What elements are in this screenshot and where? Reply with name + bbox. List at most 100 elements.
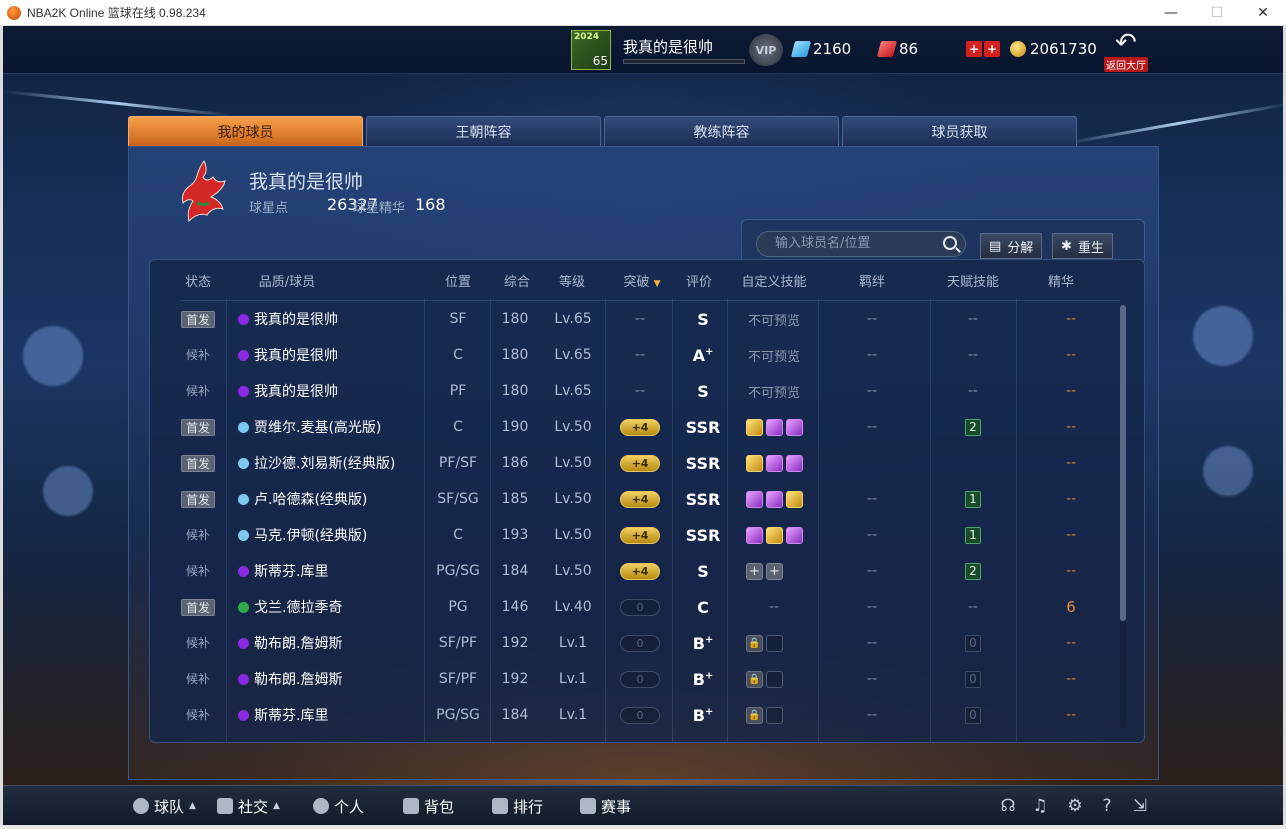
nav-ranking[interactable]: 排行: [492, 786, 543, 826]
header-position[interactable]: 位置: [445, 271, 471, 290]
empty-skill-slot[interactable]: [766, 706, 783, 724]
header-quality-player[interactable]: 品质/球员: [259, 271, 315, 290]
table-row[interactable]: 候补 马克.伊顿(经典版) C 193 Lv.50 +4 SSR -- 1 --: [150, 517, 1130, 553]
table-row[interactable]: 候补 勒布朗.詹姆斯 SF/PF 192 Lv.1 0 B+ 🔒 -- 0 --: [150, 661, 1130, 697]
tab-player-acquire[interactable]: 球员获取: [842, 116, 1077, 146]
purple-skill-icon[interactable]: [746, 526, 763, 544]
player-cell[interactable]: 戈兰.德拉季奇: [238, 589, 342, 625]
custom-skills-cell[interactable]: [746, 517, 806, 553]
custom-skills-cell[interactable]: 🔒: [746, 661, 786, 697]
custom-skills-cell[interactable]: 🔒: [746, 697, 786, 733]
table-row[interactable]: 候补 勒布朗.詹姆斯 SF/PF 192 Lv.1 0 B+ 🔒 -- 0 --: [150, 625, 1130, 661]
custom-skills-cell[interactable]: [746, 409, 806, 445]
purple-skill-icon[interactable]: [786, 526, 803, 544]
header-essence[interactable]: 精华: [1048, 271, 1074, 290]
tab-coach-lineup[interactable]: 教练阵容: [604, 116, 839, 146]
table-row[interactable]: 首发 戈兰.德拉季奇 PG 146 Lv.40 0 C -- -- -- 6: [150, 589, 1130, 625]
vip-badge-icon[interactable]: VIP: [749, 34, 783, 66]
purple-skill-icon[interactable]: [786, 454, 803, 472]
search-icon[interactable]: [943, 236, 957, 250]
player-search-input[interactable]: 输入球员名/位置: [756, 231, 966, 257]
add-currency-icon[interactable]: +: [984, 41, 1000, 57]
table-row[interactable]: 候补 我真的是很帅 C 180 Lv.65 -- A+ 不可预览 -- -- --: [150, 337, 1130, 373]
lock-icon[interactable]: 🔒: [746, 634, 763, 652]
purple-skill-icon[interactable]: [766, 490, 783, 508]
nav-team[interactable]: 球队 ▲: [133, 786, 196, 826]
custom-skills-cell[interactable]: + +: [746, 553, 786, 589]
table-row[interactable]: 首发 我真的是很帅 SF 180 Lv.65 -- S 不可预览 -- -- --: [150, 301, 1130, 337]
table-row[interactable]: 候补 我真的是很帅 PF 180 Lv.65 -- S 不可预览 -- -- --: [150, 373, 1130, 409]
header-overall[interactable]: 综合: [504, 271, 530, 290]
purple-skill-icon[interactable]: [746, 490, 763, 508]
gold-skill-icon[interactable]: [746, 418, 763, 436]
player-cell[interactable]: 勒布朗.詹姆斯: [238, 661, 342, 697]
custom-skills-cell[interactable]: 不可预览: [748, 301, 800, 337]
header-rating[interactable]: 评价: [686, 271, 712, 290]
back-to-lobby-button[interactable]: ↶ 返回大厅: [1103, 28, 1153, 72]
table-row[interactable]: 首发 贾维尔.麦基(高光版) C 190 Lv.50 +4 SSR -- 2 --: [150, 409, 1130, 445]
tab-dynasty-lineup[interactable]: 王朝阵容: [366, 116, 601, 146]
nav-personal[interactable]: 个人: [313, 786, 364, 826]
player-cell[interactable]: 斯蒂芬.库里: [238, 553, 328, 589]
header-breakthrough[interactable]: 突破 ▼: [623, 271, 660, 290]
player-cell[interactable]: 拉沙德.刘易斯(经典版): [238, 445, 395, 481]
lock-icon[interactable]: 🔒: [746, 706, 763, 724]
header-bond[interactable]: 羁绊: [859, 271, 885, 290]
add-currency-icon[interactable]: +: [966, 41, 982, 57]
purple-skill-icon[interactable]: [766, 418, 783, 436]
custom-skills-cell[interactable]: 🔒: [746, 625, 786, 661]
player-cell[interactable]: 我真的是很帅: [238, 337, 338, 373]
gold-skill-icon[interactable]: [746, 454, 763, 472]
custom-skills-cell[interactable]: 不可预览: [748, 373, 800, 409]
lock-icon[interactable]: 🔒: [746, 670, 763, 688]
minimize-button[interactable]: —: [1148, 0, 1194, 26]
headset-icon[interactable]: ☊: [998, 796, 1018, 816]
header-custom-skills[interactable]: 自定义技能: [741, 271, 806, 290]
tab-my-players[interactable]: 我的球员: [128, 116, 363, 146]
table-row[interactable]: 首发 卢.哈德森(经典版) SF/SG 185 Lv.50 +4 SSR -- 1 --: [150, 481, 1130, 517]
close-button[interactable]: ✕: [1240, 0, 1286, 26]
coin-currency[interactable]: 2061730: [1010, 40, 1097, 58]
add-skill-icon[interactable]: +: [746, 562, 763, 580]
nav-events[interactable]: 赛事: [580, 786, 631, 826]
purple-skill-icon[interactable]: [766, 454, 783, 472]
exit-icon[interactable]: ⇲: [1130, 796, 1150, 816]
custom-skills-cell[interactable]: [746, 481, 806, 517]
custom-skills-cell[interactable]: [746, 445, 806, 481]
player-cell[interactable]: 我真的是很帅: [238, 301, 338, 337]
decompose-button[interactable]: ▤ 分解: [980, 233, 1043, 259]
table-row[interactable]: 候补 斯蒂芬.库里 PG/SG 184 Lv.1 0 B+ 🔒 -- 0 --: [150, 697, 1130, 733]
header-status[interactable]: 状态: [185, 271, 211, 290]
scrollbar-thumb[interactable]: [1120, 305, 1126, 621]
maximize-button[interactable]: ☐: [1194, 0, 1240, 26]
nav-backpack[interactable]: 背包: [403, 786, 454, 826]
custom-skills-cell[interactable]: --: [769, 589, 779, 625]
add-skill-icon[interactable]: +: [766, 562, 783, 580]
player-cell[interactable]: 斯蒂芬.库里: [238, 697, 328, 733]
header-talent-skills[interactable]: 天赋技能: [947, 271, 999, 290]
player-cell[interactable]: 勒布朗.詹姆斯: [238, 625, 342, 661]
table-row[interactable]: 首发 拉沙德.刘易斯(经典版) PF/SF 186 Lv.50 +4 SSR --: [150, 445, 1130, 481]
purple-skill-icon[interactable]: [786, 418, 803, 436]
gold-skill-icon[interactable]: [766, 526, 783, 544]
empty-skill-slot[interactable]: [766, 634, 783, 652]
gold-skill-icon[interactable]: [786, 490, 803, 508]
player-cell[interactable]: 贾维尔.麦基(高光版): [238, 409, 381, 445]
help-icon[interactable]: ?: [1097, 796, 1117, 816]
table-scrollbar[interactable]: [1120, 305, 1126, 729]
status-cell: 候补: [182, 625, 214, 661]
nav-social[interactable]: 社交 ▲: [217, 786, 280, 826]
custom-skills-cell[interactable]: 不可预览: [748, 337, 800, 373]
player-card-badge[interactable]: 2024 65: [571, 30, 611, 70]
settings-icon[interactable]: ⚙: [1065, 796, 1085, 816]
diamond-currency[interactable]: 2160: [790, 40, 851, 58]
ticket-currency[interactable]: 86: [876, 40, 918, 58]
header-level[interactable]: 等级: [559, 271, 585, 290]
rebirth-button[interactable]: ✱ 重生: [1052, 233, 1113, 259]
empty-skill-slot[interactable]: [766, 670, 783, 688]
player-cell[interactable]: 卢.哈德森(经典版): [238, 481, 367, 517]
table-row[interactable]: 候补 斯蒂芬.库里 PG/SG 184 Lv.50 +4 S + + -- 2 --: [150, 553, 1130, 589]
player-cell[interactable]: 我真的是很帅: [238, 373, 338, 409]
player-cell[interactable]: 马克.伊顿(经典版): [238, 517, 367, 553]
music-icon[interactable]: ♫: [1030, 796, 1050, 816]
